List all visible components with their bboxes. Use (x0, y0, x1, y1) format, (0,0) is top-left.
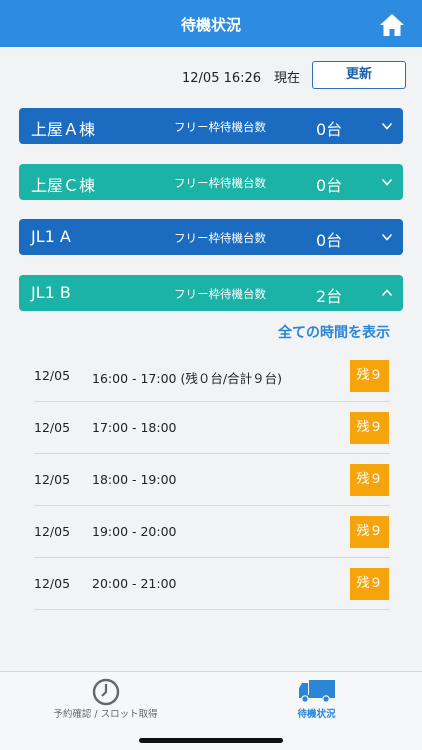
section-count: 2台 (316, 287, 343, 306)
tab-waiting-status[interactable]: 待機状況 (211, 672, 422, 732)
status-row: 12/05 16:26 現在 更新 (0, 61, 422, 89)
remaining-badge[interactable]: 残９ (350, 464, 389, 496)
section-label: フリー枠待機台数 (174, 120, 266, 134)
chevron-down-icon[interactable] (381, 176, 393, 188)
remaining-badge[interactable]: 残９ (350, 412, 389, 444)
show-all-times-link[interactable]: 全ての時間を表示 (278, 322, 390, 342)
tab-label: 予約確認 / スロット取得 (53, 709, 158, 720)
slot-time: 17:00 - 18:00 (92, 420, 177, 435)
clock-icon (92, 678, 119, 706)
slot-date: 12/05 (34, 472, 71, 487)
app-header: 待機状況 (0, 0, 422, 47)
section-name: 上屋Ｃ棟 (31, 176, 96, 195)
tab-reservation[interactable]: 予約確認 / スロット取得 (0, 672, 211, 732)
slot-date: 12/05 (34, 576, 71, 591)
refresh-button[interactable]: 更新 (312, 61, 406, 89)
section-header-2[interactable]: 上屋Ｃ棟 フリー枠待機台数 0台 (19, 164, 403, 200)
remaining-badge[interactable]: 残９ (350, 360, 389, 392)
remaining-badge[interactable]: 残９ (350, 516, 389, 548)
slot-time: 20:00 - 21:00 (92, 576, 177, 591)
tab-label: 待機状況 (297, 709, 336, 720)
slot-row: 12/05 20:00 - 21:00 残９ (34, 558, 390, 610)
section-label: フリー枠待機台数 (174, 176, 266, 190)
section-label: フリー枠待機台数 (174, 287, 266, 301)
section-count: 0台 (316, 120, 343, 139)
last-updated-timestamp: 12/05 16:26 現在 (182, 71, 301, 86)
section-header-1[interactable]: 上屋Ａ棟 フリー枠待機台数 0台 (19, 108, 403, 144)
chevron-down-icon[interactable] (381, 231, 393, 243)
slot-time: 19:00 - 20:00 (92, 524, 177, 539)
slot-row: 12/05 18:00 - 19:00 残９ (34, 454, 390, 506)
section-header-4[interactable]: JL1 B フリー枠待機台数 2台 (19, 275, 403, 311)
section-count: 0台 (316, 231, 343, 250)
home-icon[interactable] (378, 12, 406, 38)
section-count: 0台 (316, 176, 343, 195)
remaining-badge[interactable]: 残９ (350, 568, 389, 600)
page-title: 待機状況 (180, 16, 241, 34)
slot-date: 12/05 (34, 420, 71, 435)
section-label: フリー枠待機台数 (174, 231, 266, 245)
section-name: 上屋Ａ棟 (31, 120, 96, 139)
section-header-3[interactable]: JL1 A フリー枠待機台数 0台 (19, 219, 403, 255)
slot-row: 12/05 16:00 - 17:00 (残０台/合計９台) 残９ (34, 350, 390, 402)
home-indicator (139, 738, 283, 743)
slot-time: 18:00 - 19:00 (92, 472, 177, 487)
slot-date: 12/05 (34, 368, 71, 383)
chevron-up-icon[interactable] (381, 287, 393, 299)
section-name: JL1 B (31, 283, 71, 302)
section-name: JL1 A (31, 227, 71, 246)
chevron-down-icon[interactable] (381, 120, 393, 132)
truck-icon (298, 680, 335, 703)
slot-date: 12/05 (34, 524, 71, 539)
slot-time: 16:00 - 17:00 (残０台/合計９台) (92, 371, 282, 386)
slot-row: 12/05 17:00 - 18:00 残９ (34, 402, 390, 454)
slot-row: 12/05 19:00 - 20:00 残９ (34, 506, 390, 558)
